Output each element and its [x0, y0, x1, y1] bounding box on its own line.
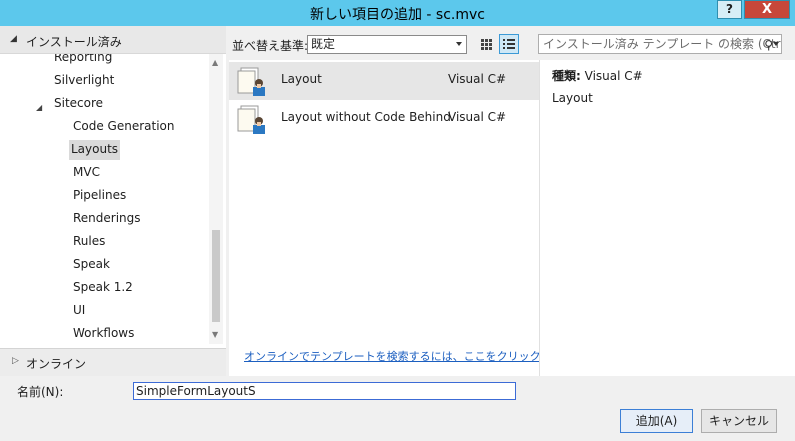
tree-item-renderings[interactable]: Renderings: [71, 209, 143, 229]
search-icon[interactable]: ⚲: [764, 36, 773, 53]
cshtml-file-icon: [237, 67, 265, 96]
template-description: Layout: [552, 91, 593, 105]
tree-item-mvc[interactable]: MVC: [71, 163, 102, 183]
type-value: Visual C#: [584, 69, 643, 83]
search-placeholder: インストール済み テンプレート の検索 (Ctrl+E): [543, 37, 782, 51]
cshtml-file-icon: [237, 105, 265, 134]
template-name: Layout: [281, 72, 322, 86]
online-search-link[interactable]: オンラインでテンプレートを検索するには、ここをクリックします。: [244, 348, 584, 364]
cancel-button[interactable]: キャンセル: [701, 409, 777, 433]
grid-view-button[interactable]: [476, 34, 496, 54]
name-input[interactable]: SimpleFormLayoutS: [133, 382, 516, 400]
expand-right-arrow-icon[interactable]: ▷: [12, 356, 19, 366]
tree-item-ui[interactable]: UI: [71, 301, 87, 321]
tree-item-layouts[interactable]: Layouts: [69, 140, 121, 160]
tree-item-reporting[interactable]: Reporting: [52, 54, 114, 68]
list-view-button[interactable]: [499, 34, 519, 54]
installed-section-header[interactable]: ◢ インストール済み: [0, 26, 226, 54]
installed-label: インストール済み: [26, 35, 122, 49]
template-item-layout-without-code-behind[interactable]: Layout without Code Behind Visual C#: [229, 100, 539, 138]
tree-item-sitecore[interactable]: Sitecore: [52, 94, 105, 114]
online-label: オンライン: [26, 357, 87, 371]
window-title: 新しい項目の追加 - sc.mvc: [309, 7, 485, 23]
tree-item-workflows[interactable]: Workflows: [71, 324, 136, 344]
template-language: Visual C#: [448, 72, 507, 86]
tree-item-speak-1-2[interactable]: Speak 1.2: [71, 278, 135, 298]
online-section-header[interactable]: ▷ オンライン: [0, 348, 226, 376]
type-label: 種類:: [552, 69, 581, 83]
template-toolbar: 並べ替え基準: 既定 インストール済み テンプレート の検索 (Ctrl+E) …: [226, 26, 795, 60]
category-scrollbar[interactable]: ▲ ▼: [209, 54, 223, 344]
close-button[interactable]: X: [744, 0, 790, 19]
tree-item-code-generation[interactable]: Code Generation: [71, 117, 176, 137]
category-pane: ◢ インストール済み Reporting Silverlight ◢ Sitec…: [0, 26, 226, 376]
scroll-up-icon[interactable]: ▲: [212, 58, 218, 67]
chevron-down-icon: [456, 42, 462, 46]
expand-arrow-icon[interactable]: ◢: [36, 103, 42, 112]
title-bar: 新しい項目の追加 - sc.mvc ? X: [0, 0, 795, 26]
sort-label: 並べ替え基準:: [232, 39, 309, 53]
list-view-icon: [503, 39, 515, 49]
tree-item-pipelines[interactable]: Pipelines: [71, 186, 128, 206]
sort-dropdown[interactable]: 既定: [307, 35, 467, 54]
template-item-layout[interactable]: Layout Visual C#: [229, 62, 539, 100]
sort-value: 既定: [311, 37, 336, 51]
scroll-down-icon[interactable]: ▼: [212, 330, 218, 339]
add-button[interactable]: 追加(A): [620, 409, 693, 433]
scrollbar-thumb[interactable]: [212, 230, 220, 322]
category-tree: Reporting Silverlight ◢ Sitecore Code Ge…: [0, 54, 209, 344]
name-label: 名前(N):: [17, 385, 64, 399]
template-details-pane: 種類: Visual C# Layout: [539, 60, 795, 376]
grid-view-icon: [481, 39, 492, 50]
search-dropdown-icon[interactable]: [773, 42, 779, 46]
template-list: Layout Visual C# Layout without Code Beh…: [229, 60, 584, 376]
help-button[interactable]: ?: [717, 0, 742, 19]
template-language: Visual C#: [448, 110, 507, 124]
template-name: Layout without Code Behind: [281, 110, 451, 124]
template-search-input[interactable]: インストール済み テンプレート の検索 (Ctrl+E) ⚲: [538, 34, 782, 54]
template-type: 種類: Visual C#: [552, 67, 643, 84]
tree-item-silverlight[interactable]: Silverlight: [52, 71, 116, 91]
tree-item-speak[interactable]: Speak: [71, 255, 112, 275]
collapse-arrow-icon[interactable]: ◢: [10, 34, 17, 44]
tree-item-rules[interactable]: Rules: [71, 232, 107, 252]
